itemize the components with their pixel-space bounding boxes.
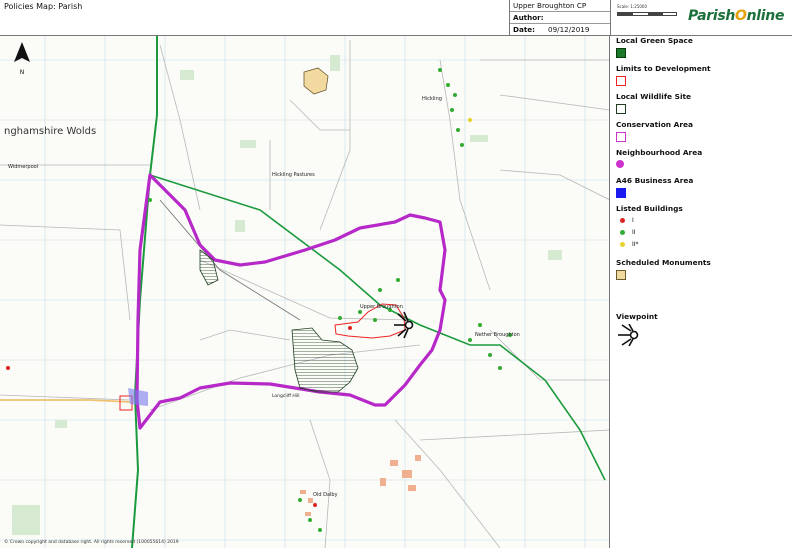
area-label: nghamshire Wolds — [4, 126, 97, 137]
date-row: Date: 09/12/2019 — [510, 24, 610, 36]
place-label-widmerpool: Widmerpool — [8, 164, 39, 170]
wildlife-swatch — [616, 104, 626, 114]
legend-label: Viewpoint — [616, 312, 658, 321]
minor-roads — [0, 40, 609, 548]
legend-panel: Local Green Space Limits to Development … — [610, 36, 792, 548]
legend-label: Listed Buildings — [616, 204, 683, 213]
place-label-hickling-pastures: Hickling Pastures — [272, 172, 315, 178]
parish-online-logo: ParishOnline — [688, 8, 784, 24]
legend-label: Local Green Space — [616, 36, 693, 45]
scale-segment — [648, 13, 663, 15]
author-label: Author: — [513, 13, 544, 22]
neighbourhood-swatch — [616, 160, 624, 168]
parish-name: Upper Broughton CP — [513, 1, 587, 10]
map-canvas[interactable]: N nghamshire Wolds Upper Broughton Nethe… — [0, 36, 610, 548]
parish-row: Upper Broughton CP — [510, 0, 610, 12]
a46-business-area — [128, 388, 148, 406]
logo-part-3: nline — [746, 8, 785, 24]
legend-label: Scheduled Monuments — [616, 258, 711, 267]
legend-label: Neighbourhood Area — [616, 148, 703, 157]
legend-label: Limits to Development — [616, 64, 711, 73]
green-space-swatch — [616, 48, 626, 58]
grade-label: II* — [632, 241, 639, 248]
author-row: Author: — [510, 12, 610, 24]
conservation-swatch — [616, 132, 626, 142]
place-label-upper-broughton: Upper Broughton — [360, 304, 403, 310]
neighbourhood-area-boundary — [135, 173, 447, 430]
scale-segment — [618, 13, 633, 15]
listed-building-markers — [6, 48, 512, 532]
logo-part-1: Parish — [688, 8, 736, 24]
copyright-notice: © Crown copyright and database right. Al… — [4, 540, 179, 545]
legend-label: Conservation Area — [616, 120, 693, 129]
grade-ii-star-dot — [620, 242, 625, 247]
grade-ii-dot — [620, 230, 625, 235]
svg-text:N: N — [20, 69, 25, 76]
limits-to-development — [119, 303, 406, 411]
limits-swatch — [616, 76, 626, 86]
viewpoint-icon — [618, 324, 639, 346]
grid-lines — [0, 36, 609, 548]
title-panel: Policies Map: Parish — [0, 0, 510, 36]
date-value: 09/12/2019 — [548, 25, 590, 34]
scale-text: Scale: 1:25000 — [617, 4, 647, 9]
monument-swatch — [616, 270, 626, 280]
logo-part-2: O — [735, 8, 747, 24]
grade-i-dot — [620, 218, 625, 223]
place-label-hickling: Hickling — [422, 96, 442, 102]
north-arrow-icon: N — [14, 42, 30, 76]
place-label-nether-broughton: Nether Broughton — [475, 332, 520, 338]
logo-panel: ParishOnline — [684, 0, 792, 36]
a46-swatch — [616, 188, 626, 198]
conservation-areas — [199, 249, 359, 393]
place-label-old-dalby: Old Dalby — [313, 492, 338, 498]
legend-label: A46 Business Area — [616, 176, 694, 185]
legend-label: Local Wildlife Site — [616, 92, 692, 101]
map-svg: N — [0, 36, 609, 548]
place-label-longcliff-hill: Longcliff Hill — [272, 394, 300, 399]
grade-label: II — [632, 229, 636, 236]
scale-bar — [617, 12, 677, 16]
map-title: Policies Map: Parish — [4, 2, 83, 11]
scale-panel: Scale: 1:25000 — [610, 0, 684, 36]
scheduled-monument — [303, 67, 329, 95]
info-panel: Upper Broughton CP Author: Date: 09/12/2… — [510, 0, 610, 36]
settlement-buildings — [300, 455, 421, 516]
grade-label: I — [632, 217, 634, 224]
date-label: Date: — [513, 25, 536, 34]
